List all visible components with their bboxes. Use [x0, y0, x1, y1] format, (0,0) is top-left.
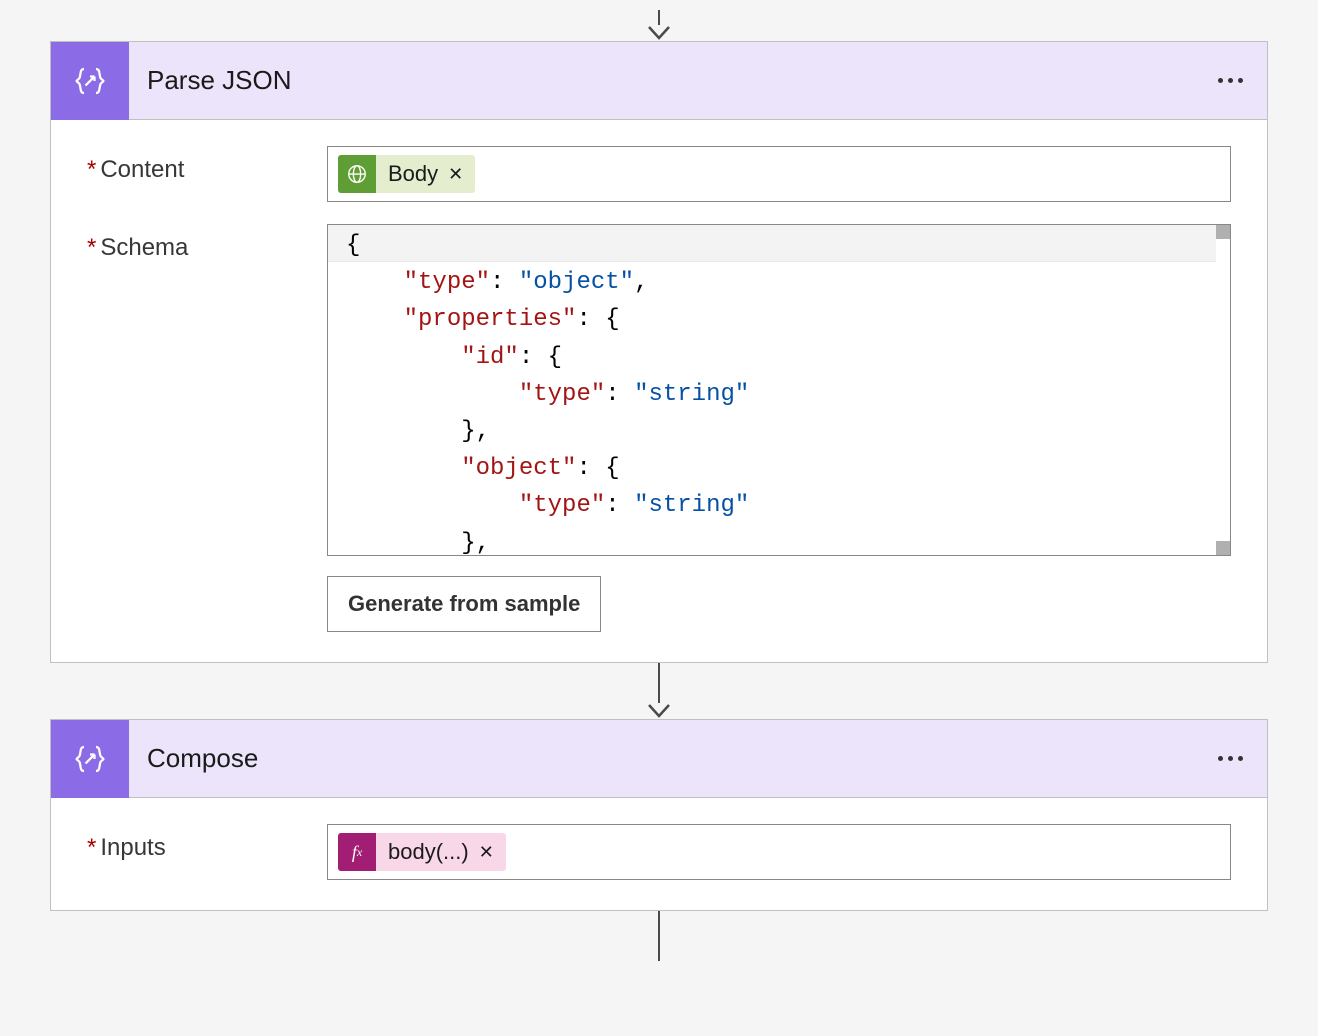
more-options-button[interactable]	[1218, 78, 1267, 83]
connector-arrow-bottom	[50, 911, 1268, 961]
step-header-parse-json[interactable]: Parse JSON	[51, 42, 1267, 120]
step-compose: Compose *Inputs fx body(...) ✕	[50, 719, 1268, 911]
field-label-content: *Content	[87, 146, 327, 184]
token-label: Body	[376, 161, 448, 187]
step-body-parse-json: *Content Body ✕ *Schema	[51, 120, 1267, 662]
token-remove-icon[interactable]: ✕	[479, 842, 506, 863]
field-inputs: *Inputs fx body(...) ✕	[87, 824, 1231, 880]
globe-icon	[338, 155, 376, 193]
expression-token[interactable]: fx body(...) ✕	[338, 833, 506, 871]
connector-arrow-middle	[50, 663, 1268, 719]
inputs-input[interactable]: fx body(...) ✕	[327, 824, 1231, 880]
token-remove-icon[interactable]: ✕	[448, 164, 475, 185]
data-operations-icon	[51, 720, 129, 798]
field-schema: *Schema { "type": "object", "properties"…	[87, 224, 1231, 632]
fx-icon: fx	[338, 833, 376, 871]
step-parse-json: Parse JSON *Content Body ✕	[50, 41, 1268, 663]
data-operations-icon	[51, 42, 129, 120]
schema-code: { "type": "object", "properties": { "id"…	[328, 225, 1230, 556]
generate-from-sample-button[interactable]: Generate from sample	[327, 576, 601, 632]
step-title: Compose	[129, 743, 1218, 774]
token-label: body(...)	[376, 839, 479, 865]
field-label-inputs: *Inputs	[87, 824, 327, 862]
body-token[interactable]: Body ✕	[338, 155, 475, 193]
step-body-compose: *Inputs fx body(...) ✕	[51, 798, 1267, 910]
step-title: Parse JSON	[129, 65, 1218, 96]
connector-arrow-top	[50, 10, 1268, 41]
more-options-button[interactable]	[1218, 756, 1267, 761]
schema-editor[interactable]: { "type": "object", "properties": { "id"…	[327, 224, 1231, 556]
field-content: *Content Body ✕	[87, 146, 1231, 202]
step-header-compose[interactable]: Compose	[51, 720, 1267, 798]
field-label-schema: *Schema	[87, 224, 327, 262]
content-input[interactable]: Body ✕	[327, 146, 1231, 202]
